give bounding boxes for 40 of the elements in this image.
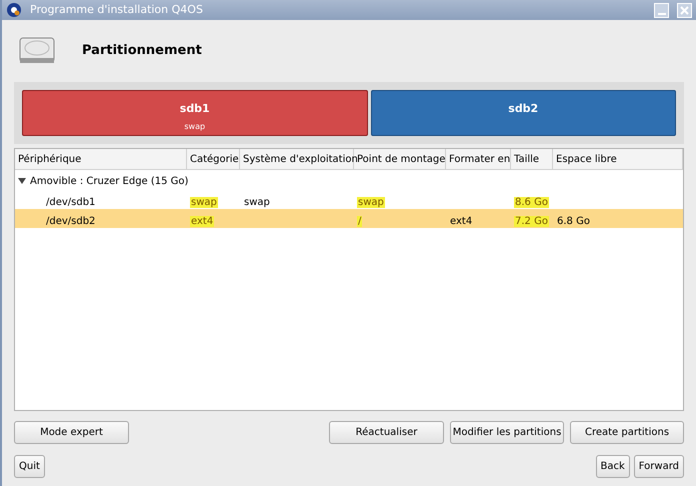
- partition-name: sdb1: [180, 101, 210, 117]
- column-header[interactable]: Taille: [514, 152, 540, 166]
- expand-arrow-icon[interactable]: [18, 177, 26, 185]
- window-title: Programme d'installation Q4OS: [30, 2, 204, 18]
- close-button[interactable]: [677, 2, 692, 18]
- table-cell: /dev/sdb1: [45, 196, 96, 208]
- table-cell: /dev/sdb2: [45, 216, 96, 226]
- push-button[interactable]: Forward: [634, 455, 684, 478]
- table-cell: swap: [190, 196, 218, 208]
- table-cell: 8.6 Go: [514, 196, 549, 208]
- push-button[interactable]: Mode expert: [14, 421, 129, 444]
- table-cell: 7.2 Go: [514, 216, 549, 226]
- partition-segment[interactable]: sdb1 swap: [22, 90, 368, 136]
- minimize-button[interactable]: [654, 2, 669, 18]
- partition-segment[interactable]: sdb2: [370, 90, 676, 136]
- push-button[interactable]: Réactualiser: [329, 421, 444, 444]
- table-cell: ext4: [449, 216, 474, 226]
- column-header[interactable]: Formater en: [449, 152, 510, 166]
- table-cell: swap: [357, 196, 385, 208]
- column-header[interactable]: Périphérique: [18, 152, 82, 166]
- push-button[interactable]: Back: [596, 455, 630, 478]
- table-cell: ext4: [190, 216, 214, 226]
- page-title: Partitionnement: [82, 42, 202, 60]
- table-cell: 6.8 Go: [556, 216, 591, 226]
- push-button[interactable]: Create partitions: [570, 421, 684, 444]
- column-header[interactable]: Espace libre: [556, 152, 617, 166]
- table-row[interactable]: /dev/sdb2 ext4 / ext4 7.2 Go 6.8 Go: [15, 209, 683, 228]
- push-button[interactable]: Modifier les partitions: [450, 421, 564, 444]
- table-row[interactable]: /dev/sdb1 swap swap swap 8.6 Go: [15, 190, 683, 209]
- push-button[interactable]: Quit: [14, 455, 45, 478]
- partition-name: sdb2: [508, 101, 538, 117]
- partition-type: swap: [184, 120, 206, 132]
- column-header[interactable]: Catégorie: [190, 152, 239, 166]
- device-group: Amovible : Cruzer Edge (15 Go): [30, 174, 188, 188]
- column-header[interactable]: Système d'exploitation: [243, 152, 358, 166]
- column-header[interactable]: Point de montage: [357, 152, 446, 166]
- logo-icon: [6, 2, 22, 18]
- table-cell: /: [357, 216, 362, 226]
- table-cell: swap: [243, 196, 271, 208]
- close-icon: [680, 6, 689, 14]
